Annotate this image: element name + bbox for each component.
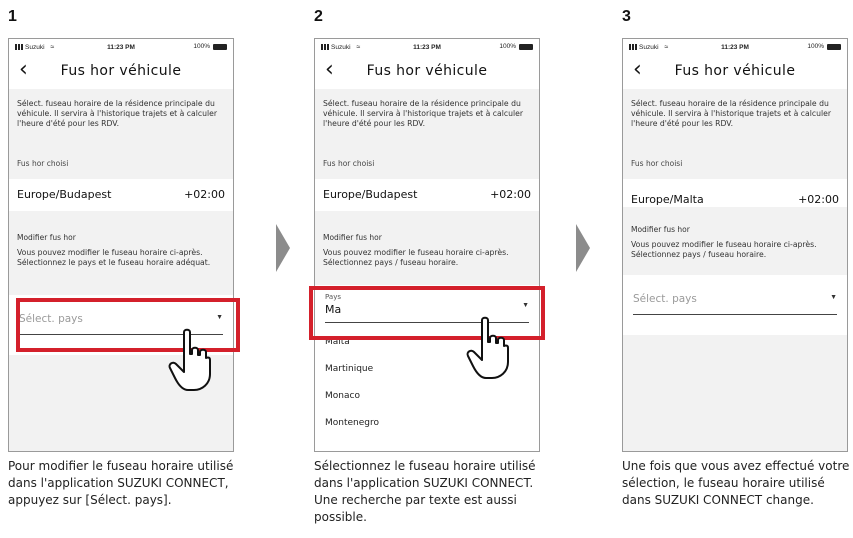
battery-indicator: 100% (193, 43, 227, 50)
page-title: Fus hor véhicule (366, 63, 488, 79)
description-text: Sélect. fuseau horaire de la résidence p… (631, 99, 831, 128)
step-number-3: 3 (622, 8, 631, 25)
chosen-tz-label: Fus hor choisi (17, 159, 69, 168)
battery-icon (213, 43, 227, 50)
chosen-tz-row: Europe/Budapest +02:00 (315, 179, 539, 211)
country-option[interactable]: Monaco (325, 391, 360, 401)
modify-tz-description: Vous pouvez modifier le fuseau horaire c… (631, 240, 817, 259)
step-caption-3: Une fois que vous avez effectué votre sé… (622, 459, 850, 507)
country-option[interactable]: Martinique (325, 364, 373, 374)
status-bar: Suzuki ≈ 11:23 PM 100% (315, 39, 539, 55)
pointing-hand-icon (466, 316, 509, 379)
settings-content: Sélect. fuseau horaire de la résidence p… (315, 89, 539, 451)
next-step-arrow-icon (576, 224, 590, 272)
modify-tz-title: Modifier fus hor (323, 233, 382, 242)
chosen-tz-label: Fus hor choisi (631, 159, 683, 168)
nav-bar: ‹ Fus hor véhicule (9, 57, 233, 87)
step-number-1: 1 (8, 8, 17, 25)
description-text: Sélect. fuseau horaire de la résidence p… (17, 99, 217, 128)
phone-screen-step-2: Suzuki ≈ 11:23 PM 100% ‹ Fus hor véhicule… (314, 38, 540, 452)
nav-bar: ‹ Fus hor véhicule (623, 57, 847, 87)
step-number-2: 2 (314, 8, 323, 25)
next-step-arrow-icon (276, 224, 290, 272)
description-text: Sélect. fuseau horaire de la résidence p… (323, 99, 523, 128)
modify-tz-title: Modifier fus hor (17, 233, 76, 242)
country-select[interactable]: Sélect. pays ▼ (633, 285, 837, 315)
settings-content: Sélect. fuseau horaire de la résidence p… (9, 89, 233, 451)
page-title: Fus hor véhicule (674, 63, 796, 79)
chosen-tz-name: Europe/Budapest (17, 188, 112, 201)
chosen-tz-row: Europe/Malta +02:00 (623, 179, 847, 207)
chosen-tz-offset: +02:00 (490, 188, 531, 201)
settings-content: Sélect. fuseau horaire de la résidence p… (623, 89, 847, 451)
modify-tz-description: Vous pouvez modifier le fuseau horaire c… (323, 248, 509, 267)
step-caption-1: Pour modifier le fuseau horaire utilisé … (8, 459, 234, 507)
chosen-tz-name: Europe/Budapest (323, 188, 418, 201)
page-title: Fus hor véhicule (60, 63, 182, 79)
battery-icon (519, 43, 533, 50)
chosen-tz-offset: +02:00 (798, 193, 839, 206)
status-bar: Suzuki ≈ 11:23 PM 100% (623, 39, 847, 55)
step-caption-2: Sélectionnez le fuseau horaire utilisé d… (314, 459, 536, 524)
chosen-tz-label: Fus hor choisi (323, 159, 375, 168)
chosen-tz-row: Europe/Budapest +02:00 (9, 179, 233, 211)
nav-bar: ‹ Fus hor véhicule (315, 57, 539, 87)
battery-indicator: 100% (499, 43, 533, 50)
country-select-container: Sélect. pays ▼ (623, 275, 847, 335)
phone-screen-step-3: Suzuki ≈ 11:23 PM 100% ‹ Fus hor véhicule… (622, 38, 848, 452)
modify-tz-title: Modifier fus hor (631, 225, 690, 234)
status-bar: Suzuki ≈ 11:23 PM 100% (9, 39, 233, 55)
battery-indicator: 100% (807, 43, 841, 50)
country-option[interactable]: Montenegro (325, 418, 379, 428)
chosen-tz-name: Europe/Malta (631, 193, 704, 206)
country-select-placeholder: Sélect. pays (633, 293, 697, 305)
pointing-hand-icon (168, 328, 211, 391)
modify-tz-description: Vous pouvez modifier le fuseau horaire c… (17, 248, 211, 267)
chosen-tz-offset: +02:00 (184, 188, 225, 201)
dropdown-caret-icon: ▼ (830, 294, 837, 301)
battery-icon (827, 43, 841, 50)
